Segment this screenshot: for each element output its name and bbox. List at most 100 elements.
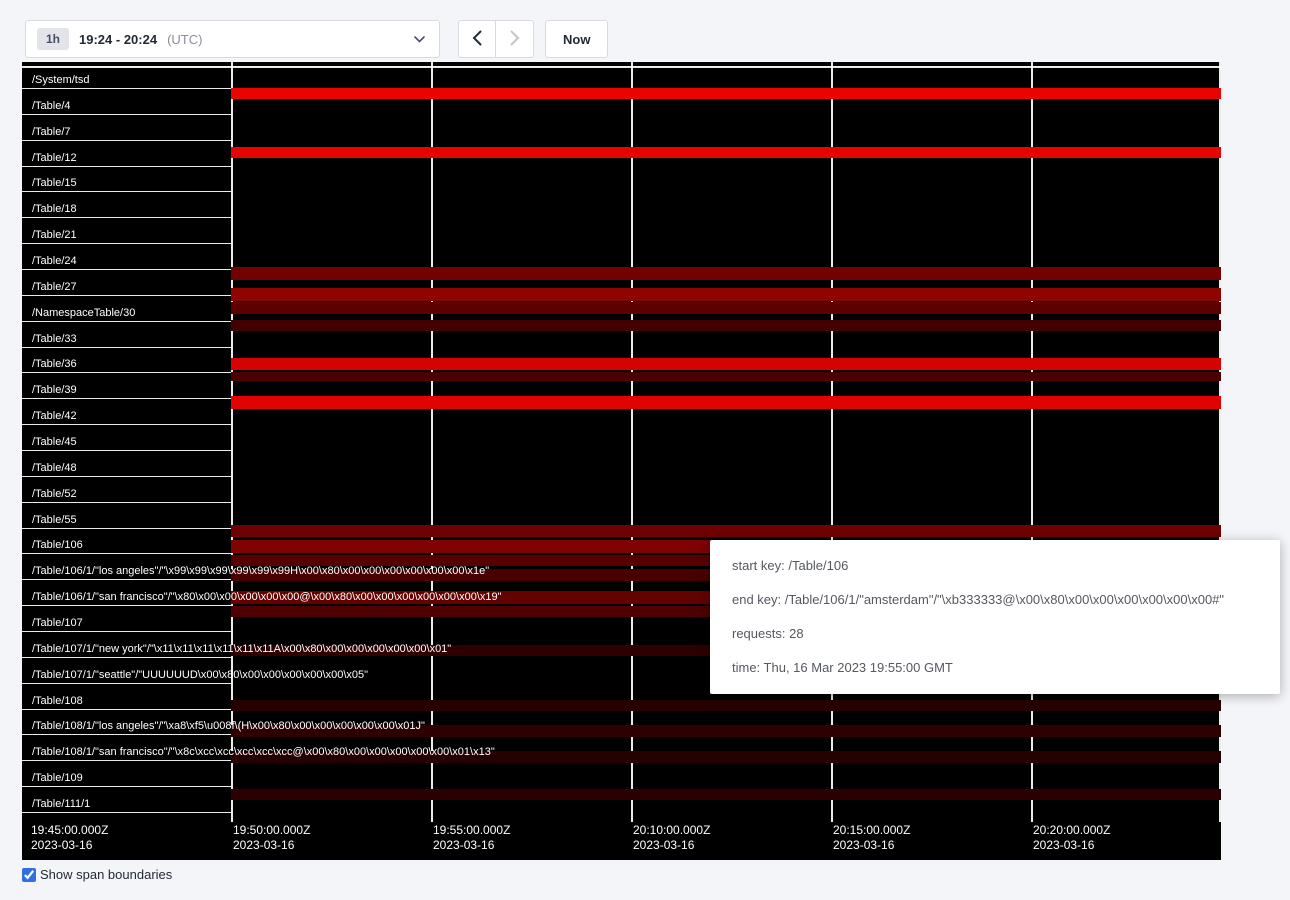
x-axis-label: 19:45:00.000Z2023-03-16 bbox=[31, 823, 108, 853]
span-label: /Table/108 bbox=[32, 695, 83, 708]
span-boundary-line bbox=[22, 424, 231, 425]
x-axis-date: 2023-03-16 bbox=[833, 838, 910, 853]
span-boundary-line bbox=[22, 166, 231, 167]
span-boundary-line bbox=[22, 502, 231, 503]
span-label: /Table/111/1 bbox=[32, 798, 90, 811]
hot-span-band[interactable] bbox=[231, 267, 1221, 280]
span-label: /Table/45 bbox=[32, 436, 77, 449]
hot-span-band[interactable] bbox=[231, 320, 1221, 331]
span-label: /Table/108/1/"san francisco"/"\x8c\xcc\x… bbox=[32, 746, 495, 759]
show-span-boundaries-row: Show span boundaries bbox=[22, 867, 172, 882]
time-range-selector[interactable]: 1h 19:24 - 20:24 (UTC) bbox=[25, 20, 440, 58]
hot-span-band[interactable] bbox=[231, 372, 1221, 381]
hot-span-band[interactable] bbox=[231, 700, 1221, 711]
span-label: /Table/12 bbox=[32, 152, 77, 165]
toolbar: 1h 19:24 - 20:24 (UTC) Now bbox=[25, 20, 608, 58]
span-boundary-line bbox=[22, 812, 231, 813]
hot-span-band[interactable] bbox=[231, 396, 1221, 409]
span-label: /Table/106/1/"los angeles"/"\x99\x99\x99… bbox=[32, 565, 489, 578]
span-label: /Table/24 bbox=[32, 255, 77, 268]
span-boundary-line bbox=[22, 269, 231, 270]
x-axis-date: 2023-03-16 bbox=[233, 838, 310, 853]
span-boundary-top-line bbox=[22, 66, 1221, 68]
span-label: /Table/52 bbox=[32, 488, 77, 501]
x-axis-time: 19:45:00.000Z bbox=[31, 823, 108, 838]
hot-span-band[interactable] bbox=[231, 288, 1221, 301]
span-boundary-line bbox=[22, 709, 231, 710]
x-axis-label: 20:15:00.000Z2023-03-16 bbox=[833, 823, 910, 853]
tooltip-requests: requests: 28 bbox=[732, 624, 1258, 644]
span-tooltip: start key: /Table/106 end key: /Table/10… bbox=[710, 540, 1280, 694]
x-axis-time: 20:10:00.000Z bbox=[633, 823, 710, 838]
x-axis-time: 19:55:00.000Z bbox=[433, 823, 510, 838]
span-boundary-line bbox=[22, 786, 231, 787]
x-axis-date: 2023-03-16 bbox=[433, 838, 510, 853]
hot-span-band[interactable] bbox=[231, 302, 1221, 314]
span-label: /Table/48 bbox=[32, 462, 77, 475]
x-axis-label: 19:50:00.000Z2023-03-16 bbox=[233, 823, 310, 853]
time-range-text: 19:24 - 20:24 bbox=[79, 32, 157, 47]
next-time-range-button[interactable] bbox=[496, 20, 534, 58]
x-axis-label: 19:55:00.000Z2023-03-16 bbox=[433, 823, 510, 853]
span-label: /Table/107/1/"new york"/"\x11\x11\x11\x1… bbox=[32, 643, 451, 656]
span-label: /Table/107 bbox=[32, 617, 83, 630]
span-boundary-line bbox=[22, 114, 231, 115]
span-label: /Table/109 bbox=[32, 772, 83, 785]
span-boundary-line bbox=[22, 398, 231, 399]
span-boundary-line bbox=[22, 605, 231, 606]
span-boundary-line bbox=[22, 683, 231, 684]
span-label: /Table/36 bbox=[32, 358, 77, 371]
span-label: /Table/108/1/"los angeles"/"\xa8\xf5\u00… bbox=[32, 720, 425, 733]
span-label: /Table/21 bbox=[32, 229, 77, 242]
x-axis-time: 20:20:00.000Z bbox=[1033, 823, 1110, 838]
tooltip-end-key: end key: /Table/106/1/"amsterdam"/"\xb33… bbox=[732, 590, 1258, 610]
show-span-boundaries-checkbox[interactable] bbox=[22, 868, 36, 882]
x-axis-time: 19:50:00.000Z bbox=[233, 823, 310, 838]
span-boundary-line bbox=[22, 579, 231, 580]
span-boundary-line bbox=[22, 657, 231, 658]
span-label: /Table/18 bbox=[32, 203, 77, 216]
span-boundary-line bbox=[22, 553, 231, 554]
span-label: /Table/7 bbox=[32, 126, 71, 139]
hot-span-band[interactable] bbox=[231, 88, 1221, 99]
span-boundary-line bbox=[22, 295, 231, 296]
span-label: /Table/106 bbox=[32, 539, 83, 552]
x-axis-date: 2023-03-16 bbox=[1033, 838, 1110, 853]
span-label: /Table/27 bbox=[32, 281, 77, 294]
heatmap-canvas[interactable]: /System/tsd/Table/4/Table/7/Table/12/Tab… bbox=[22, 62, 1221, 860]
x-axis-time: 20:15:00.000Z bbox=[833, 823, 910, 838]
span-boundary-line bbox=[22, 760, 231, 761]
chevron-right-icon bbox=[510, 30, 520, 49]
time-range-duration-badge: 1h bbox=[37, 28, 69, 50]
now-button[interactable]: Now bbox=[545, 20, 608, 58]
show-span-boundaries-label: Show span boundaries bbox=[40, 867, 172, 882]
span-label: /Table/33 bbox=[32, 333, 77, 346]
span-label: /Table/107/1/"seattle"/"UUUUUUD\x00\x80\… bbox=[32, 669, 368, 682]
span-boundary-line bbox=[22, 631, 231, 632]
x-axis-date: 2023-03-16 bbox=[633, 838, 710, 853]
prev-time-range-button[interactable] bbox=[458, 20, 496, 58]
x-axis-label: 20:20:00.000Z2023-03-16 bbox=[1033, 823, 1110, 853]
span-boundary-line bbox=[22, 476, 231, 477]
time-range-timezone: (UTC) bbox=[167, 32, 202, 47]
span-boundary-line bbox=[22, 140, 231, 141]
hot-span-band[interactable] bbox=[231, 358, 1221, 370]
span-label: /Table/42 bbox=[32, 410, 77, 423]
span-boundary-line bbox=[22, 321, 231, 322]
hot-span-band[interactable] bbox=[231, 147, 1221, 158]
span-label: /System/tsd bbox=[32, 74, 89, 87]
chevron-left-icon bbox=[472, 30, 482, 49]
span-label: /Table/4 bbox=[32, 100, 71, 113]
hot-span-band[interactable] bbox=[231, 789, 1221, 800]
x-axis-date: 2023-03-16 bbox=[31, 838, 108, 853]
hot-span-band[interactable] bbox=[231, 525, 1221, 537]
span-boundary-line bbox=[22, 217, 231, 218]
tooltip-time: time: Thu, 16 Mar 2023 19:55:00 GMT bbox=[732, 658, 1258, 678]
x-axis-label: 20:10:00.000Z2023-03-16 bbox=[633, 823, 710, 853]
span-boundary-line bbox=[22, 372, 231, 373]
span-label: /Table/39 bbox=[32, 384, 77, 397]
tooltip-start-key: start key: /Table/106 bbox=[732, 556, 1258, 576]
span-boundary-line bbox=[22, 191, 231, 192]
span-label: /Table/55 bbox=[32, 514, 77, 527]
span-label: /NamespaceTable/30 bbox=[32, 307, 135, 320]
